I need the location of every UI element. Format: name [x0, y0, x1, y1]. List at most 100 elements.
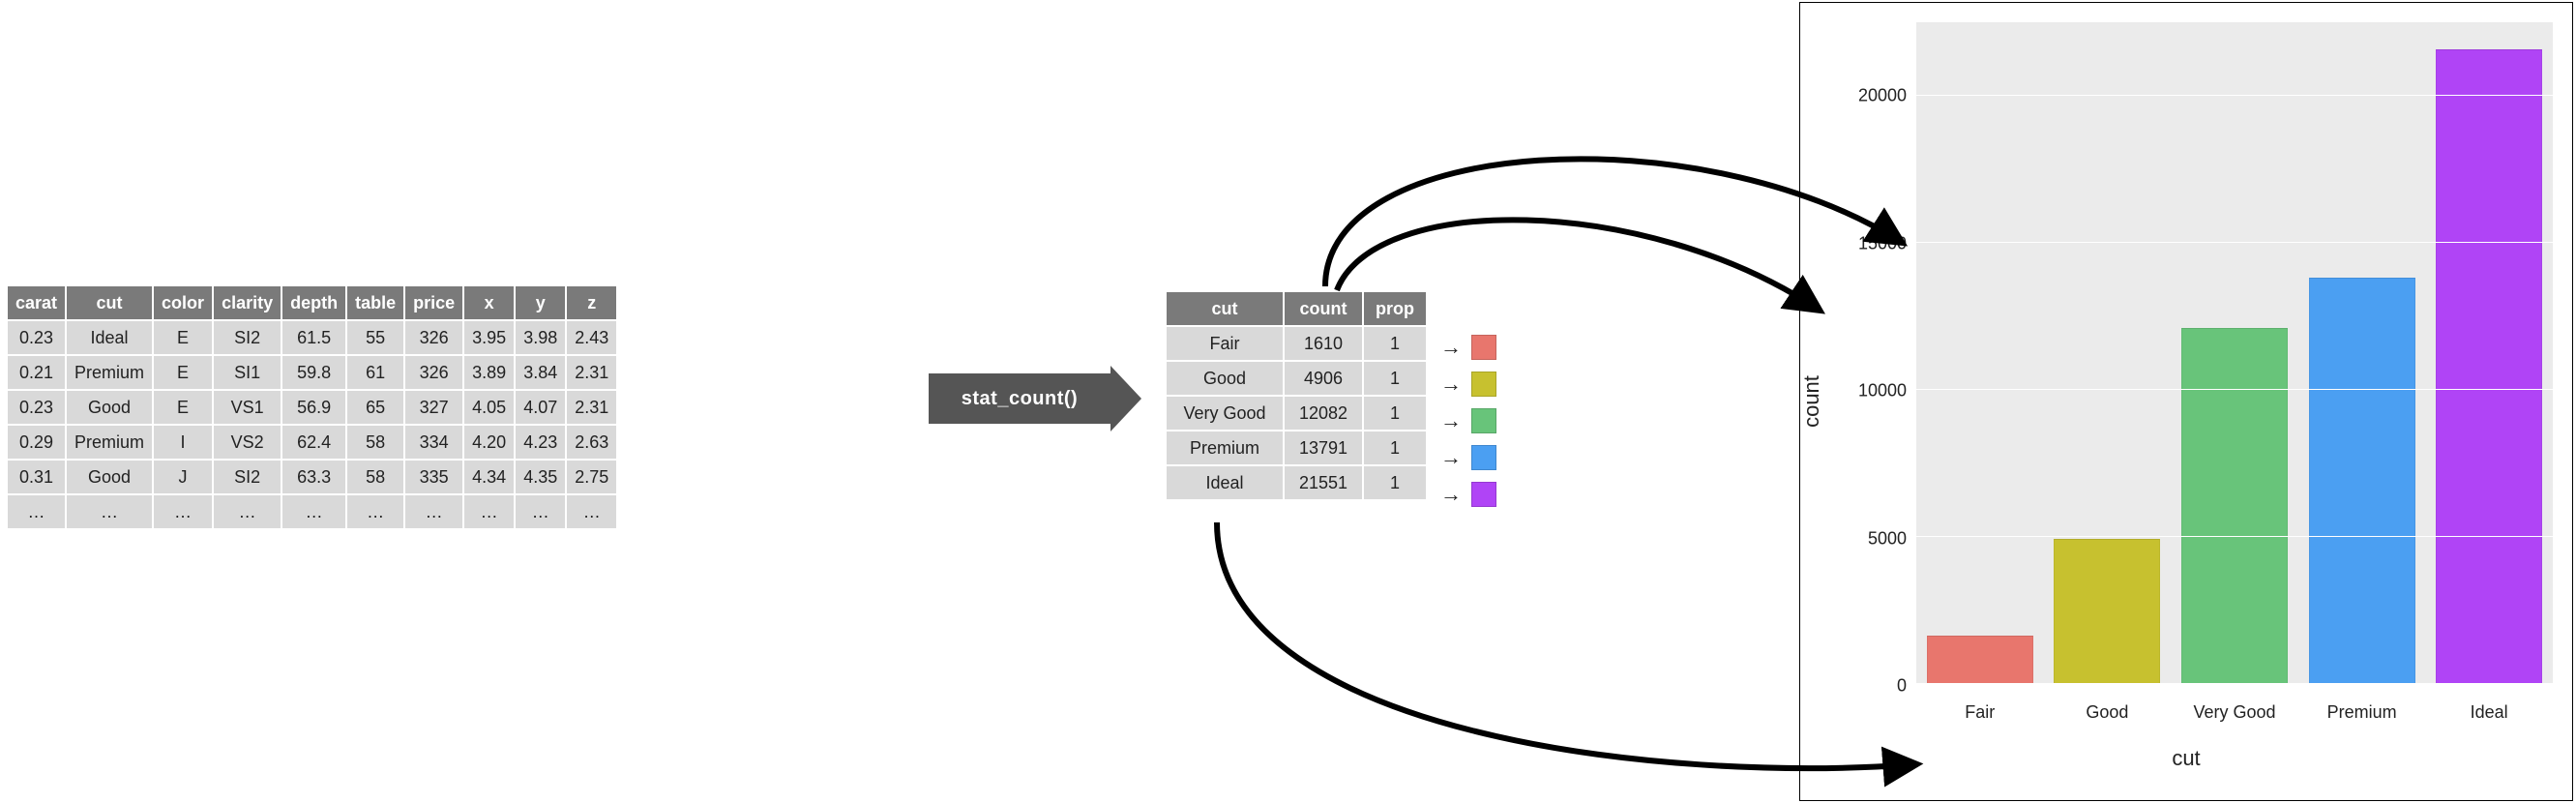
table-cell: … [66, 494, 153, 529]
bar-slot [1916, 22, 2044, 684]
bar-ideal [2436, 49, 2542, 684]
x-axis-title: cut [1800, 746, 2572, 771]
table-cell: 56.9 [281, 390, 346, 425]
table-cell: 4.05 [463, 390, 515, 425]
raw-header-price: price [404, 285, 463, 320]
table-cell: … [404, 494, 463, 529]
table-cell: 0.23 [7, 320, 66, 355]
table-cell: 3.98 [515, 320, 566, 355]
diagram-canvas: caratcutcolorclaritydepthtablepricexyz 0… [0, 0, 2576, 803]
table-cell: … [566, 494, 617, 529]
table-cell: 58 [346, 460, 404, 494]
color-swatch [1471, 372, 1496, 397]
table-cell: 59.8 [281, 355, 346, 390]
table-cell: 2.31 [566, 390, 617, 425]
table-cell: Very Good [1166, 396, 1284, 431]
table-cell: 2.63 [566, 425, 617, 460]
table-cell: 61.5 [281, 320, 346, 355]
table-cell: Good [66, 390, 153, 425]
y-tick-label: 0 [1839, 676, 1907, 697]
table-cell: Fair [1166, 326, 1284, 361]
table-cell: E [153, 390, 213, 425]
arrow-right-icon: → [1440, 408, 1460, 433]
table-cell: 61 [346, 355, 404, 390]
raw-header-depth: depth [281, 285, 346, 320]
table-cell: Ideal [1166, 465, 1284, 500]
table-row: Fair16101 [1166, 326, 1427, 361]
color-swatch [1471, 482, 1496, 507]
raw-header-x: x [463, 285, 515, 320]
raw-data-table: caratcutcolorclaritydepthtablepricexyz 0… [6, 284, 618, 530]
x-axis-labels: FairGoodVery GoodPremiumIdeal [1916, 702, 2553, 723]
gridline [1916, 389, 2553, 390]
table-cell: … [213, 494, 281, 529]
summary-header-cut: cut [1166, 291, 1284, 326]
arrow-right-icon: → [1440, 482, 1460, 507]
table-cell: Good [1166, 361, 1284, 396]
table-cell: I [153, 425, 213, 460]
table-cell: 335 [404, 460, 463, 494]
table-cell: 0.31 [7, 460, 66, 494]
raw-header-z: z [566, 285, 617, 320]
table-row: Very Good120821 [1166, 396, 1427, 431]
swatch-row: → [1440, 439, 1496, 476]
swatch-row: → [1440, 402, 1496, 439]
color-swatch [1471, 408, 1496, 433]
gridline [1916, 683, 2553, 684]
x-tick-label: Ideal [2425, 702, 2553, 723]
table-cell: 4.35 [515, 460, 566, 494]
raw-header-table: table [346, 285, 404, 320]
summary-header-prop: prop [1363, 291, 1427, 326]
table-cell: 1610 [1284, 326, 1363, 361]
arrow-head-icon [1110, 366, 1141, 431]
transform-label: stat_count() [929, 373, 1110, 424]
table-cell: 2.43 [566, 320, 617, 355]
table-cell: 0.29 [7, 425, 66, 460]
table-row: 0.31GoodJSI263.3583354.344.352.75 [7, 460, 617, 494]
bar-chart: count 05000100001500020000 FairGoodVery … [1799, 2, 2573, 801]
table-cell: 65 [346, 390, 404, 425]
y-tick-label: 15000 [1839, 233, 1907, 253]
table-cell: SI1 [213, 355, 281, 390]
x-tick-label: Premium [2298, 702, 2426, 723]
arrow-right-icon: → [1440, 445, 1460, 470]
gridline [1916, 95, 2553, 96]
table-cell: 21551 [1284, 465, 1363, 500]
bar-slot [2044, 22, 2172, 684]
table-cell: 55 [346, 320, 404, 355]
arrow-right-icon: → [1440, 372, 1460, 397]
table-cell: 4.20 [463, 425, 515, 460]
table-row: Ideal215511 [1166, 465, 1427, 500]
table-cell: 4.23 [515, 425, 566, 460]
plot-area [1916, 22, 2553, 684]
raw-header-carat: carat [7, 285, 66, 320]
bar-premium [2309, 278, 2415, 684]
table-cell: 2.75 [566, 460, 617, 494]
table-cell: Premium [66, 355, 153, 390]
swatch-column: → → → → → [1440, 329, 1496, 513]
bar-slot [2171, 22, 2298, 684]
table-cell: 12082 [1284, 396, 1363, 431]
table-cell: 2.31 [566, 355, 617, 390]
y-tick-label: 20000 [1839, 86, 1907, 106]
table-cell: Ideal [66, 320, 153, 355]
table-cell: 1 [1363, 361, 1427, 396]
arrow-right-icon: → [1440, 335, 1460, 360]
table-cell: VS1 [213, 390, 281, 425]
table-cell: 13791 [1284, 431, 1363, 465]
table-cell: 4.34 [463, 460, 515, 494]
transform-arrow: stat_count() [929, 373, 1141, 424]
table-cell: 326 [404, 320, 463, 355]
swatch-row: → [1440, 476, 1496, 513]
table-cell: 326 [404, 355, 463, 390]
raw-header-color: color [153, 285, 213, 320]
table-cell: 4906 [1284, 361, 1363, 396]
x-tick-label: Fair [1916, 702, 2044, 723]
table-cell: 1 [1363, 431, 1427, 465]
raw-header-cut: cut [66, 285, 153, 320]
table-cell: 0.23 [7, 390, 66, 425]
table-row: 0.23GoodEVS156.9653274.054.072.31 [7, 390, 617, 425]
table-cell: … [463, 494, 515, 529]
table-cell: … [515, 494, 566, 529]
table-cell: … [7, 494, 66, 529]
